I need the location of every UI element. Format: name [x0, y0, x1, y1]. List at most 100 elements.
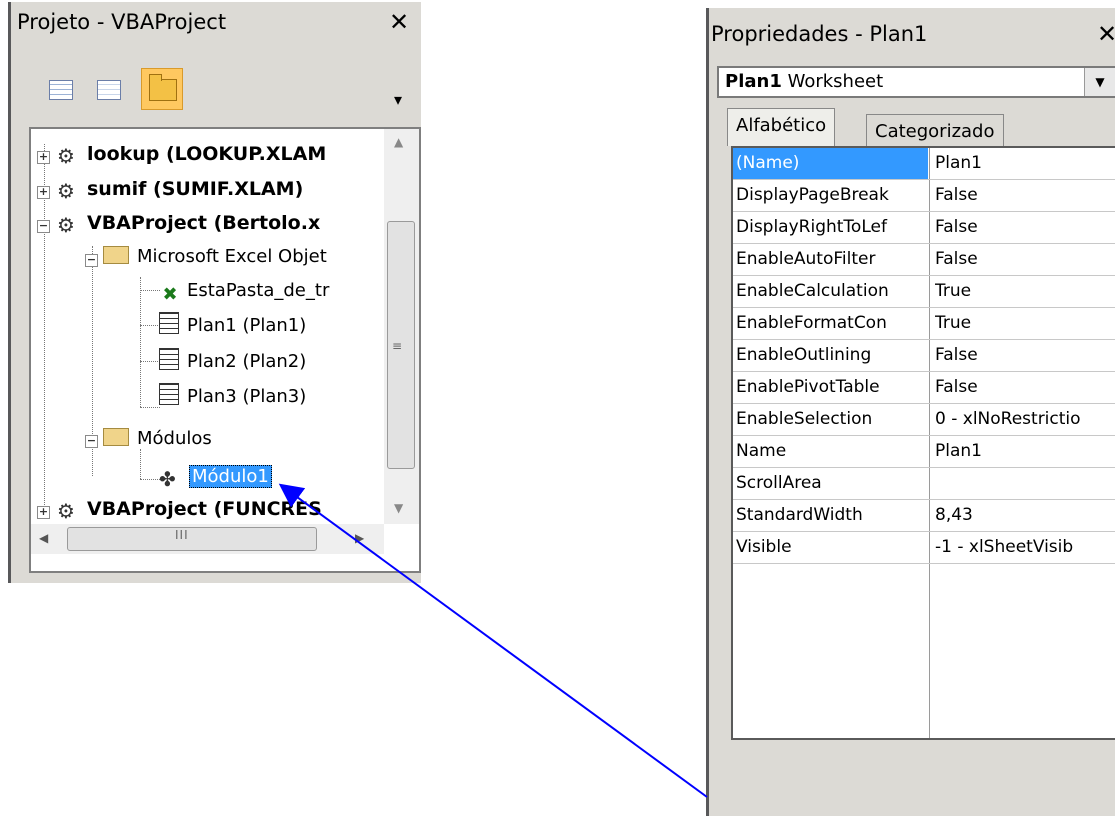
tree-horizontal-scrollbar[interactable]: ◀ III ▶ — [31, 524, 384, 554]
tab-alfabetico[interactable]: Alfabético — [727, 108, 836, 146]
collapse-toggle[interactable]: − — [37, 220, 50, 233]
tree-item-label: EstaPasta_de_tr — [187, 280, 330, 301]
toolbar-overflow-icon[interactable]: ▾ — [394, 90, 402, 109]
scroll-left-icon[interactable]: ◀ — [39, 531, 48, 545]
property-value[interactable]: True — [935, 276, 1115, 307]
scroll-down-icon[interactable]: ▼ — [394, 501, 403, 515]
property-row[interactable]: EnableSelection 0 - xlNoRestrictio — [733, 404, 1115, 436]
property-row[interactable]: (Name) Plan1 — [733, 148, 1115, 180]
properties-pane: Propriedades - Plan1 ✕ Plan1 Worksheet ▼… — [706, 8, 1115, 816]
property-row[interactable]: DisplayPageBreak False — [733, 180, 1115, 212]
tree-item-plan2[interactable]: Plan2 (Plan2) — [159, 347, 306, 377]
tree-item-excel-objects[interactable]: Microsoft Excel Objet — [103, 242, 327, 272]
property-row[interactable]: EnableFormatCon True — [733, 308, 1115, 340]
property-name: EnableCalculation — [736, 281, 889, 301]
tree-item-vbaproject-funcres[interactable]: ⚙ VBAProject (FUNCRES — [57, 494, 322, 524]
scroll-up-icon[interactable]: ▲ — [394, 135, 403, 149]
properties-close-icon[interactable]: ✕ — [1097, 22, 1115, 46]
property-row[interactable]: DisplayRightToLef False — [733, 212, 1115, 244]
tree-connector — [140, 325, 160, 326]
collapse-toggle[interactable]: − — [85, 254, 98, 267]
object-selector[interactable]: Plan1 Worksheet ▼ — [717, 66, 1115, 98]
property-name: DisplayRightToLef — [736, 217, 887, 237]
tree-item-sumif[interactable]: ⚙ sumif (SUMIF.XLAM) — [57, 174, 303, 204]
folder-icon — [103, 246, 129, 264]
dropdown-arrow-icon[interactable]: ▼ — [1084, 68, 1115, 96]
tree-item-lookup[interactable]: ⚙ lookup (LOOKUP.XLAM — [57, 139, 326, 169]
object-name: Plan1 — [725, 71, 782, 92]
property-value[interactable]: False — [935, 372, 1115, 403]
scroll-thumb[interactable] — [67, 527, 317, 551]
property-row[interactable]: ScrollArea — [733, 468, 1115, 500]
project-explorer-pane: Projeto - VBAProject ✕ ▾ + ⚙ lookup (LOOK… — [8, 2, 421, 583]
excel-workbook-icon: ✖ — [162, 284, 178, 305]
project-close-icon[interactable]: ✕ — [389, 10, 409, 34]
tree-item-label: Plan1 (Plan1) — [187, 315, 307, 336]
tree-item-plan1[interactable]: Plan1 (Plan1) — [159, 311, 306, 341]
property-row[interactable]: Name Plan1 — [733, 436, 1115, 468]
tree-item-modulos[interactable]: Módulos — [103, 424, 212, 454]
property-value[interactable]: False — [935, 244, 1115, 275]
view-object-button[interactable] — [91, 74, 125, 104]
view-object-icon — [97, 80, 121, 100]
property-value[interactable]: 0 - xlNoRestrictio — [935, 404, 1115, 435]
toggle-folders-button[interactable] — [141, 68, 183, 110]
property-name: (Name) — [733, 148, 928, 179]
properties-grid[interactable]: (Name) Plan1 DisplayPageBreak False Displa… — [731, 146, 1115, 740]
property-row[interactable]: EnablePivotTable False — [733, 372, 1115, 404]
property-name: ScrollArea — [736, 473, 822, 493]
scroll-grip-icon: III — [175, 528, 189, 542]
tree-item-label: VBAProject (Bertolo.x — [87, 212, 321, 234]
property-value[interactable]: True — [935, 308, 1115, 339]
project-pane-title: Projeto - VBAProject — [17, 10, 227, 34]
tree-item-label: Plan3 (Plan3) — [187, 386, 307, 407]
tree-item-modulo1[interactable]: ✤ Módulo1 — [159, 462, 272, 492]
property-row[interactable]: Visible -1 - xlSheetVisib — [733, 532, 1115, 564]
tree-item-label-selected: Módulo1 — [189, 465, 272, 488]
worksheet-icon — [159, 383, 179, 405]
module-icon: ✤ — [159, 467, 176, 491]
property-value[interactable]: False — [935, 180, 1115, 211]
property-name: EnableAutoFilter — [736, 249, 876, 269]
property-row[interactable]: EnableOutlining False — [733, 340, 1115, 372]
property-name: Name — [736, 441, 787, 461]
tree-item-label: sumif (SUMIF.XLAM) — [87, 178, 304, 200]
expand-toggle[interactable]: + — [37, 186, 50, 199]
vba-project-icon: ⚙ — [57, 144, 75, 168]
tree-item-workbook[interactable]: ✖ EstaPasta_de_tr — [159, 276, 329, 306]
property-value[interactable]: Plan1 — [935, 436, 1115, 467]
tree-vertical-scrollbar[interactable]: ▲ ≡ ▼ — [384, 129, 419, 524]
expand-toggle[interactable]: + — [37, 151, 50, 164]
tab-categorizado[interactable]: Categorizado — [866, 114, 1004, 148]
tree-item-vbaproject-bertolo[interactable]: ⚙ VBAProject (Bertolo.x — [57, 208, 320, 238]
tree-item-label: Microsoft Excel Objet — [137, 246, 327, 267]
tree-item-plan3[interactable]: Plan3 (Plan3) — [159, 382, 306, 412]
expand-toggle[interactable]: + — [37, 506, 50, 519]
property-name: EnablePivotTable — [736, 377, 880, 397]
property-row[interactable]: EnableCalculation True — [733, 276, 1115, 308]
view-code-button[interactable] — [43, 74, 77, 104]
property-value[interactable]: False — [935, 212, 1115, 243]
property-row[interactable]: StandardWidth 8,43 — [733, 500, 1115, 532]
vba-project-icon: ⚙ — [57, 499, 75, 523]
property-name: DisplayPageBreak — [736, 185, 889, 205]
view-code-icon — [49, 80, 73, 100]
properties-pane-title: Propriedades - Plan1 — [711, 22, 928, 46]
property-name: EnableFormatCon — [736, 313, 887, 333]
folder-icon — [149, 74, 177, 101]
property-name: Visible — [736, 537, 792, 557]
tree-connector — [140, 290, 160, 291]
property-value[interactable]: Plan1 — [935, 148, 1115, 179]
collapse-toggle[interactable]: − — [85, 435, 98, 448]
property-value[interactable]: 8,43 — [935, 500, 1115, 531]
object-selector-value: Plan1 Worksheet — [725, 71, 883, 92]
tree-connector — [140, 479, 160, 480]
property-value[interactable]: -1 - xlSheetVisib — [935, 532, 1115, 563]
scroll-right-icon[interactable]: ▶ — [355, 531, 364, 545]
property-value[interactable]: False — [935, 340, 1115, 371]
tree-item-label: VBAProject (FUNCRES — [87, 498, 322, 520]
project-tree[interactable]: + ⚙ lookup (LOOKUP.XLAM + ⚙ sumif (SUMIF.X… — [29, 127, 421, 573]
folder-icon — [103, 428, 129, 446]
property-row[interactable]: EnableAutoFilter False — [733, 244, 1115, 276]
tree-item-label: Plan2 (Plan2) — [187, 351, 307, 372]
